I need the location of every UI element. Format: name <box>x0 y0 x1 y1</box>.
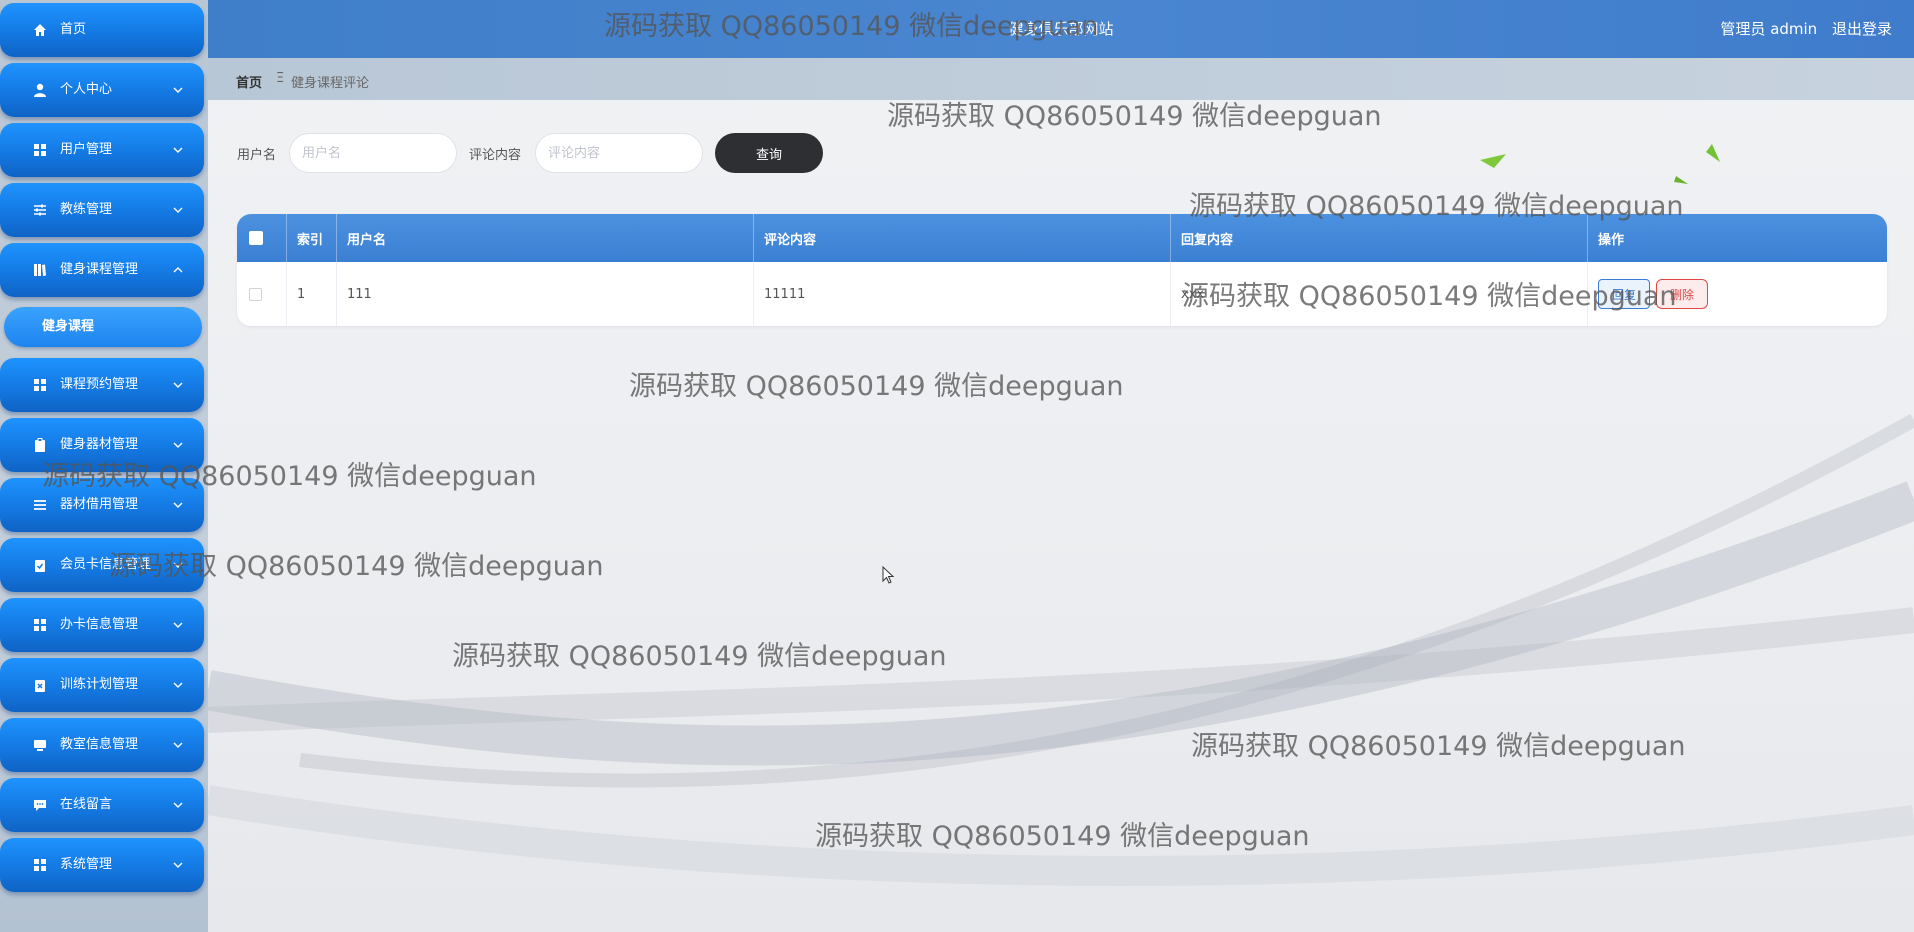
sidebar-item-label: 课程预约管理 <box>60 377 139 392</box>
sidebar-item-label: 在线留言 <box>60 797 113 812</box>
chevron-down-icon <box>173 87 183 93</box>
clipboard-check-icon <box>35 560 45 572</box>
watermark-text: 源码获取 QQ86050149 微信deepguan <box>815 821 1310 852</box>
grid-icon <box>34 619 46 631</box>
grid-icon <box>34 144 46 156</box>
grid-icon <box>34 379 46 391</box>
header-reply: 回复内容 <box>1171 214 1588 262</box>
select-all-cell <box>237 214 287 262</box>
row-checkbox[interactable] <box>249 287 262 301</box>
list-icon <box>34 500 46 510</box>
site-title: 健身俱乐部网站 <box>1008 20 1114 38</box>
sidebar-item-label: 会员卡信息管理 <box>60 557 152 572</box>
monitor-icon <box>34 740 46 751</box>
sidebar-item-home[interactable]: 首页 <box>0 3 204 57</box>
home-icon <box>34 24 46 36</box>
sidebar-item-classroom-management[interactable]: 教室信息管理 <box>0 718 204 772</box>
sidebar-item-equipment-borrow-management[interactable]: 器材借用管理 <box>0 478 204 532</box>
breadcrumb: 首页 Ξ 健身课程评论 <box>208 58 1914 100</box>
chevron-down-icon <box>173 207 183 213</box>
user-info: 管理员 admin 退出登录 <box>1720 18 1892 39</box>
table-row: 1 111 11111 xxx 回复 删除 <box>237 262 1887 326</box>
header-username: 用户名 <box>337 214 754 262</box>
sidebar-item-membership-card-management[interactable]: 会员卡信息管理 <box>0 538 204 592</box>
sidebar-item-label: 训练计划管理 <box>60 677 139 692</box>
cell-actions: 回复 删除 <box>1588 262 1887 326</box>
comments-table: 索引 用户名 评论内容 回复内容 操作 1 111 11111 xxx 回复 删… <box>237 214 1887 326</box>
select-all-checkbox[interactable] <box>249 231 263 245</box>
sidebar-item-label: 个人中心 <box>60 82 113 97</box>
breadcrumb-home[interactable]: 首页 <box>236 72 262 91</box>
table-header: 索引 用户名 评论内容 回复内容 操作 <box>237 214 1887 262</box>
chevron-down-icon <box>173 502 183 508</box>
delete-button[interactable]: 删除 <box>1656 279 1708 309</box>
watermark-text: 源码获取 QQ86050149 微信deepguan <box>629 371 1124 402</box>
chevron-down-icon <box>173 802 183 808</box>
row-select-cell <box>237 262 287 326</box>
reply-button[interactable]: 回复 <box>1598 279 1650 309</box>
comment-input[interactable] <box>535 133 703 173</box>
sidebar-item-course-booking-management[interactable]: 课程预约管理 <box>0 358 204 412</box>
sidebar-item-label: 健身课程管理 <box>60 262 139 277</box>
sidebar-item-online-message[interactable]: 在线留言 <box>0 778 204 832</box>
sidebar-item-fitness-course-management[interactable]: 健身课程管理 <box>0 243 204 297</box>
username-input[interactable] <box>289 133 457 173</box>
sidebar-item-training-plan-management[interactable]: 训练计划管理 <box>0 658 204 712</box>
sidebar-item-coach-management[interactable]: 教练管理 <box>0 183 204 237</box>
sidebar-subitem-fitness-course[interactable]: 健身课程 <box>4 307 202 347</box>
message-icon <box>34 800 46 811</box>
sidebar-item-label: 系统管理 <box>60 857 113 872</box>
header-index: 索引 <box>287 214 337 262</box>
chevron-down-icon <box>173 742 183 748</box>
header-comment: 评论内容 <box>754 214 1171 262</box>
cell-username: 111 <box>337 262 754 326</box>
book-icon <box>34 264 46 276</box>
cell-index: 1 <box>287 262 337 326</box>
chevron-down-icon <box>173 622 183 628</box>
logout-link[interactable]: 退出登录 <box>1832 20 1892 38</box>
sidebar-item-card-application-management[interactable]: 办卡信息管理 <box>0 598 204 652</box>
query-button[interactable]: 查询 <box>715 133 823 173</box>
header-actions: 操作 <box>1598 232 1625 248</box>
cell-reply: xxx <box>1171 262 1588 326</box>
person-icon <box>34 83 46 97</box>
username-label: 用户名 <box>237 148 277 163</box>
sliders-icon <box>34 204 46 216</box>
breadcrumb-current: 健身课程评论 <box>291 76 370 91</box>
clipboard-icon <box>35 438 45 452</box>
sidebar-item-user-management[interactable]: 用户管理 <box>0 123 204 177</box>
sidebar-item-label: 首页 <box>60 22 87 37</box>
watermark-text: 源码获取 QQ86050149 微信deepguan <box>452 641 947 672</box>
sidebar-item-label: 用户管理 <box>60 142 113 157</box>
chevron-down-icon <box>173 442 183 448</box>
watermark-text: 源码获取 QQ86050149 微信deepguan <box>1191 731 1686 762</box>
chevron-down-icon <box>173 562 183 568</box>
mouse-cursor-icon <box>882 566 895 584</box>
grid-icon <box>34 859 46 871</box>
sidebar-item-label: 教室信息管理 <box>60 737 139 752</box>
chevron-down-icon <box>173 147 183 153</box>
sidebar-item-label: 器材借用管理 <box>60 497 139 512</box>
chevron-down-icon <box>173 382 183 388</box>
sidebar-item-equipment-management[interactable]: 健身器材管理 <box>0 418 204 472</box>
cell-comment: 11111 <box>754 262 1171 326</box>
sidebar: 首页 个人中心 用户管理 教练管理 健身课程管理 健身课程 课程预约管理 健身器… <box>0 0 208 932</box>
sidebar-item-system-management[interactable]: 系统管理 <box>0 838 204 892</box>
chevron-down-icon <box>173 862 183 868</box>
sidebar-item-personal-center[interactable]: 个人中心 <box>0 63 204 117</box>
comment-label: 评论内容 <box>469 148 522 163</box>
sidebar-subitem-label: 健身课程 <box>42 319 95 334</box>
chevron-down-icon <box>173 682 183 688</box>
sidebar-item-label: 健身器材管理 <box>60 437 139 452</box>
sidebar-item-label: 教练管理 <box>60 202 113 217</box>
sidebar-item-label: 办卡信息管理 <box>60 617 139 632</box>
breadcrumb-separator: Ξ <box>276 71 285 86</box>
clipboard-x-icon <box>35 680 45 692</box>
admin-user-label: 管理员 admin <box>1720 20 1818 38</box>
top-header: 健身俱乐部网站 管理员 admin 退出登录 <box>208 0 1914 58</box>
background-swoosh <box>204 144 1914 886</box>
chevron-up-icon <box>173 267 183 273</box>
